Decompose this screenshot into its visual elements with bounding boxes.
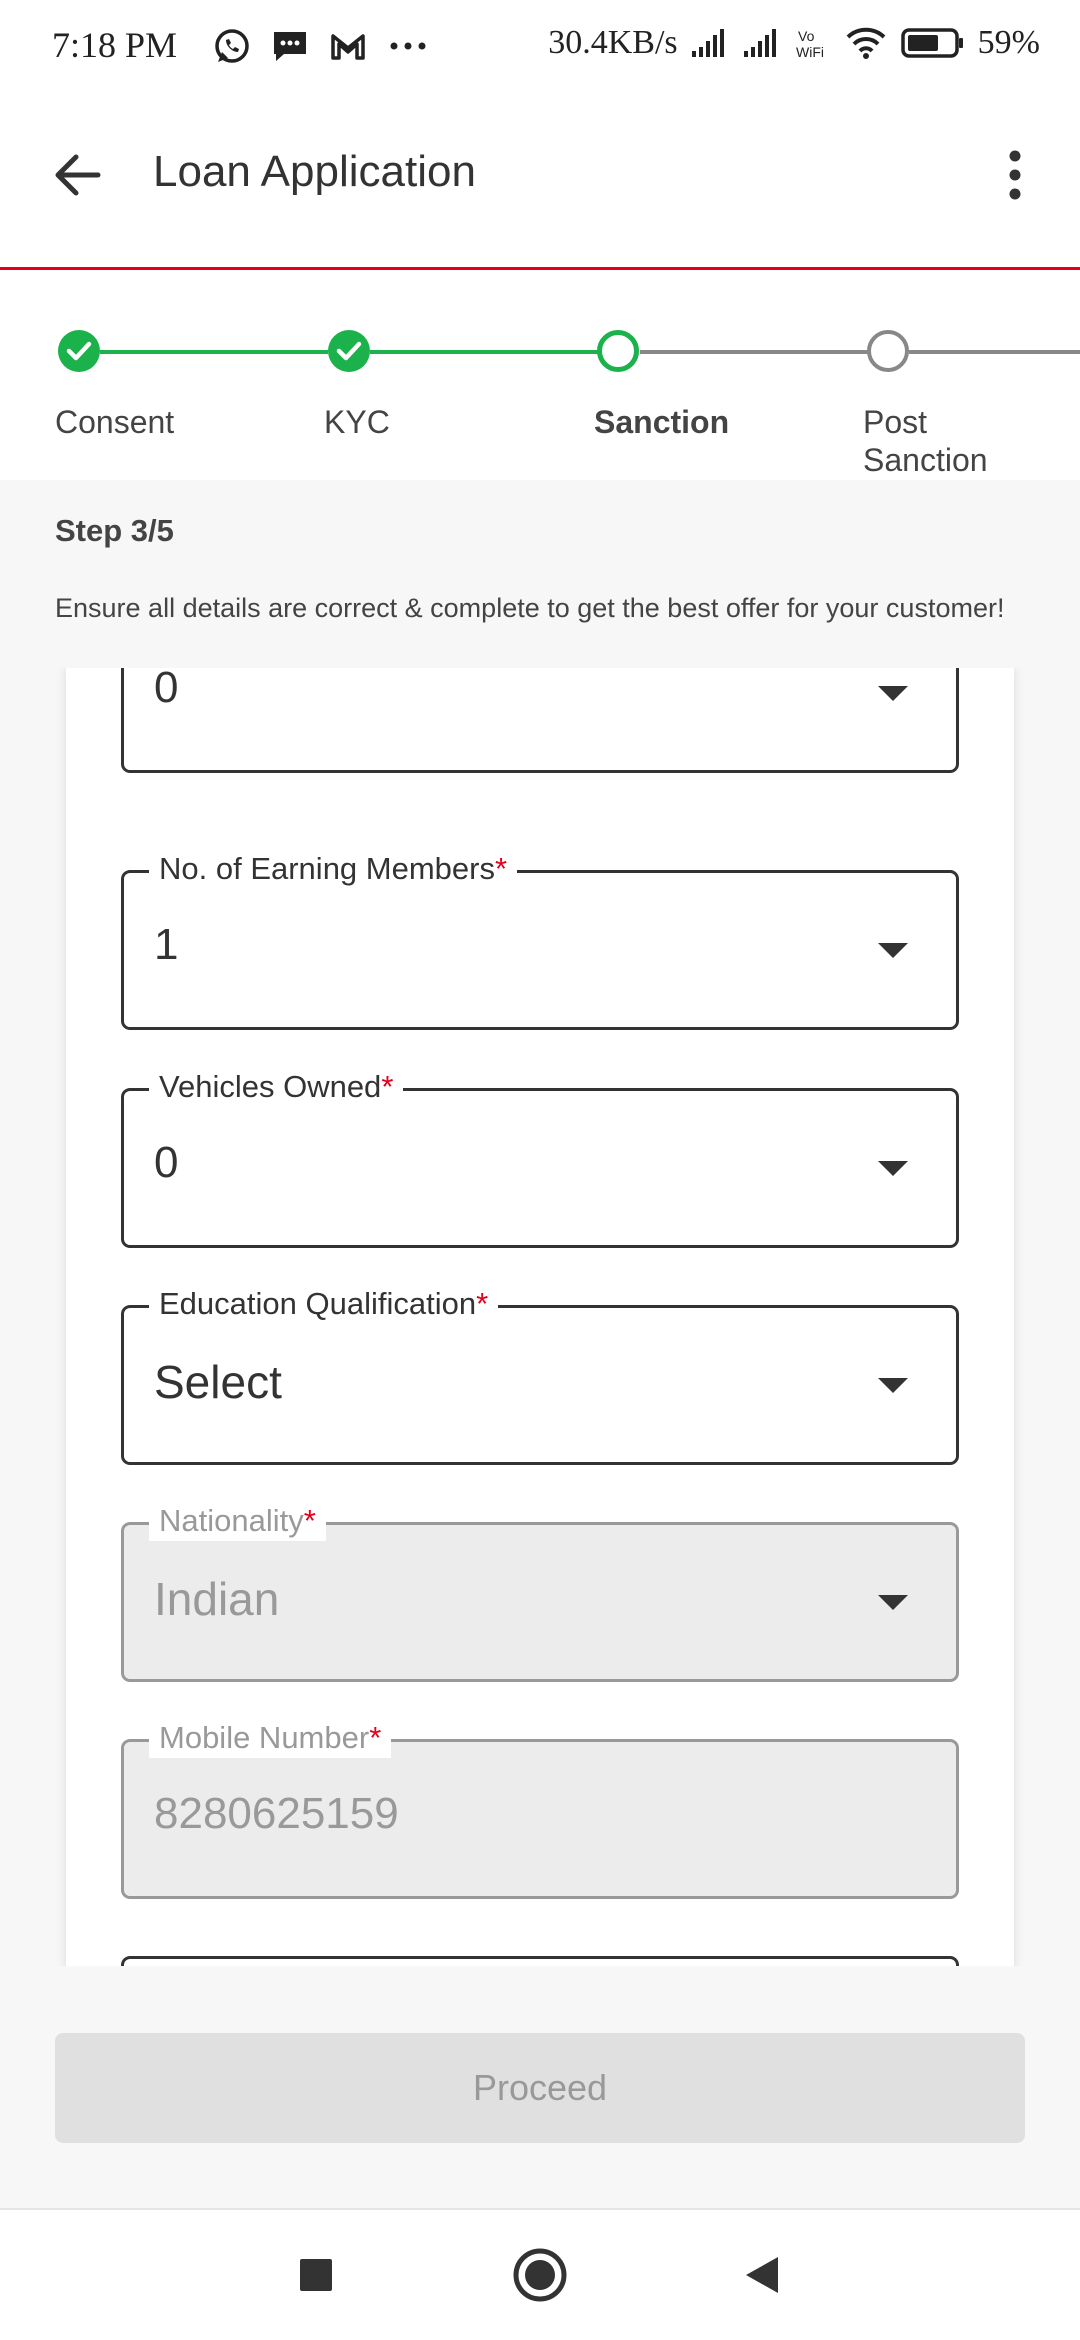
earning-members-select[interactable]: No. of Earning Members* 1 bbox=[121, 849, 959, 1030]
field-value: 0 bbox=[154, 668, 179, 712]
dropdown-caret-icon bbox=[878, 1378, 908, 1393]
status-bar: 7:18 PM 30.4KB/s Vo WiFi 59% bbox=[0, 0, 1080, 95]
step-label-post-sanction: Post Sanction bbox=[863, 404, 988, 478]
recents-square-icon bbox=[300, 2259, 332, 2291]
education-qualification-select[interactable]: Education Qualification* Select bbox=[121, 1284, 959, 1465]
more-vert-icon bbox=[1009, 150, 1021, 200]
app-bar: Loan Application bbox=[0, 95, 1080, 270]
system-icons: 30.4KB/s Vo WiFi 59% bbox=[548, 24, 1040, 62]
action-bar: Proceed bbox=[0, 1966, 1080, 2210]
field-value: 1 bbox=[154, 920, 179, 969]
step-connector-todo bbox=[640, 350, 870, 354]
step-count: Step 3/5 bbox=[55, 513, 174, 548]
status-time: 7:18 PM bbox=[52, 25, 178, 65]
progress-stepper: Consent KYC Sanction Post Sanction bbox=[0, 273, 1080, 480]
field-label: Nationality* bbox=[149, 1501, 326, 1541]
step-dot-post-sanction bbox=[867, 330, 909, 372]
dropdown-caret-icon bbox=[878, 686, 908, 701]
vehicles-owned-select[interactable]: Vehicles Owned* 0 bbox=[121, 1067, 959, 1248]
more-dots-icon bbox=[390, 42, 426, 50]
system-back-button[interactable] bbox=[732, 2245, 792, 2305]
whatsapp-icon bbox=[215, 29, 249, 63]
network-speed: 30.4KB/s bbox=[548, 24, 678, 61]
step-label-consent: Consent bbox=[55, 404, 175, 440]
field-value: Select bbox=[154, 1356, 282, 1408]
step-label-kyc: KYC bbox=[324, 404, 390, 440]
signal-icon bbox=[743, 29, 776, 57]
step-connector-todo bbox=[909, 350, 1080, 354]
gmail-icon bbox=[331, 34, 365, 60]
step-dot-sanction bbox=[597, 330, 639, 372]
field-label: Vehicles Owned* bbox=[149, 1067, 404, 1107]
check-icon bbox=[336, 341, 362, 361]
back-triangle-icon bbox=[746, 2257, 778, 2293]
field-value: Indian bbox=[154, 1573, 280, 1625]
step-dot-kyc bbox=[328, 330, 370, 372]
back-button[interactable] bbox=[42, 140, 112, 210]
field-label: Education Qualification* bbox=[149, 1284, 499, 1324]
field-label: Mobile Number* bbox=[149, 1718, 392, 1758]
dropdown-caret-icon bbox=[878, 943, 908, 958]
field-label: No. of Earning Members* bbox=[149, 849, 518, 889]
dropdown-caret-icon bbox=[878, 1161, 908, 1176]
proceed-button[interactable]: Proceed bbox=[55, 2033, 1025, 2143]
system-nav-bar bbox=[0, 2210, 1080, 2340]
field-value: 0 bbox=[154, 1138, 179, 1187]
svg-text:Vo: Vo bbox=[798, 28, 815, 44]
form-card: 0 No. of Earning Members* 1 Vehicles Own… bbox=[66, 668, 1014, 1966]
vowifi-icon: Vo WiFi bbox=[796, 28, 824, 60]
signal-icon bbox=[691, 29, 724, 57]
page-title: Loan Application bbox=[153, 147, 476, 196]
wifi-icon bbox=[846, 27, 886, 59]
step-dot-consent bbox=[58, 330, 100, 372]
mobile-number-field: Mobile Number* 8280625159 bbox=[121, 1718, 959, 1899]
next-field[interactable] bbox=[121, 1956, 959, 1966]
form-scroll-area[interactable]: 0 No. of Earning Members* 1 Vehicles Own… bbox=[0, 668, 1080, 1966]
check-icon bbox=[66, 341, 92, 361]
nationality-select: Nationality* Indian bbox=[121, 1501, 959, 1682]
home-button[interactable] bbox=[510, 2245, 570, 2305]
more-options-button[interactable] bbox=[980, 140, 1050, 210]
recents-button[interactable] bbox=[286, 2245, 346, 2305]
dropdown-caret-icon bbox=[878, 1595, 908, 1610]
home-circle-icon bbox=[513, 2248, 567, 2302]
step-connector-done bbox=[100, 350, 328, 354]
battery-percent: 59% bbox=[977, 24, 1040, 61]
step-hint: Ensure all details are correct & complet… bbox=[55, 593, 1005, 623]
field-value: 8280625159 bbox=[154, 1789, 399, 1838]
notification-icons bbox=[212, 26, 430, 66]
dependents-select[interactable]: 0 bbox=[121, 668, 959, 773]
battery-icon bbox=[900, 28, 963, 58]
step-info: Step 3/5 Ensure all details are correct … bbox=[0, 480, 1080, 668]
message-icon bbox=[274, 32, 306, 61]
step-connector-done bbox=[370, 350, 598, 354]
svg-text:WiFi: WiFi bbox=[796, 44, 824, 60]
step-label-sanction: Sanction bbox=[594, 404, 730, 440]
arrow-left-icon bbox=[55, 154, 101, 196]
